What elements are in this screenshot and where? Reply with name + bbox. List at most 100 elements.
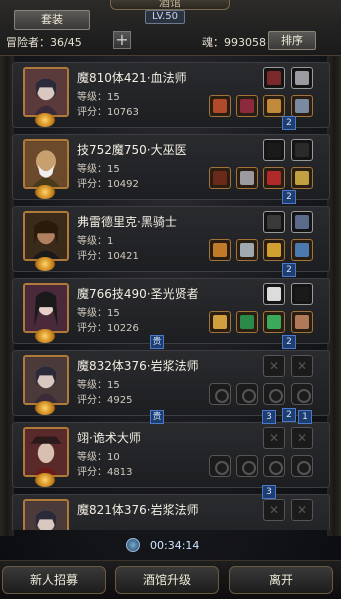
hero-score: 评分：10226 bbox=[77, 323, 139, 334]
sort-button[interactable]: 排序 bbox=[268, 31, 316, 50]
soul-currency: 魂：993058 bbox=[202, 36, 266, 49]
hero-name: 魔766技490·圣光贤者 bbox=[77, 287, 199, 301]
armor-slot-icon[interactable] bbox=[236, 95, 258, 117]
helmet-slot-icon[interactable] bbox=[263, 239, 285, 261]
empty-armor-slot-icon[interactable] bbox=[236, 455, 258, 477]
hero-portrait bbox=[23, 211, 69, 261]
recruit-button[interactable]: 新人招募 bbox=[2, 566, 106, 594]
hero-card[interactable]: 魔832体376·岩浆法师 等级：15 评分：4925 bbox=[12, 350, 330, 416]
empty-helmet-slot-icon[interactable] bbox=[263, 383, 285, 405]
accessory-slot-icon[interactable] bbox=[291, 167, 313, 189]
hero-level: 等级：15 bbox=[77, 92, 120, 103]
skill-slot-icon[interactable] bbox=[263, 211, 285, 233]
hero-portrait bbox=[23, 139, 69, 189]
empty-skill-slot-icon[interactable] bbox=[263, 427, 285, 449]
skill-slot-icon[interactable] bbox=[291, 211, 313, 233]
hero-portrait bbox=[23, 499, 69, 530]
accessory-slot-icon[interactable] bbox=[291, 239, 313, 261]
hero-score: 评分：4925 bbox=[77, 395, 133, 406]
skill-slot-icon[interactable] bbox=[291, 283, 313, 305]
header-bar: 酒馆 套装 LV.50 冒险者：36/45 + 魂：993058 排序 bbox=[0, 0, 341, 56]
hero-score: 评分：10763 bbox=[77, 107, 139, 118]
weapon-slot-icon[interactable] bbox=[209, 95, 231, 117]
set-link-badge: 2 bbox=[282, 263, 296, 277]
set-link-badge: 2 bbox=[282, 190, 296, 204]
helmet-slot-icon[interactable] bbox=[263, 167, 285, 189]
rank-medal-icon bbox=[35, 401, 55, 415]
empty-weapon-slot-icon[interactable] bbox=[209, 455, 231, 477]
skill-slot-icon[interactable] bbox=[263, 283, 285, 305]
rank-medal-icon bbox=[35, 257, 55, 271]
noble-link-badge: 贵 bbox=[150, 335, 164, 349]
empty-skill-slot-icon[interactable] bbox=[291, 427, 313, 449]
hero-name: 魔832体376·岩浆法师 bbox=[77, 359, 199, 373]
empty-skill-slot-icon[interactable] bbox=[263, 499, 285, 521]
hero-level: 等级：10 bbox=[77, 452, 120, 463]
upgrade-tavern-button[interactable]: 酒馆升级 bbox=[115, 566, 219, 594]
set-link-badge: 2 bbox=[282, 408, 296, 422]
hero-name: 翊·诡术大师 bbox=[77, 431, 141, 445]
equipment-slots bbox=[209, 67, 321, 125]
hero-name: 弗雷德里克·黑骑士 bbox=[77, 215, 177, 229]
empty-helmet-slot-icon[interactable] bbox=[263, 455, 285, 477]
rank-medal-icon bbox=[35, 113, 55, 127]
set-tab-button[interactable]: 套装 bbox=[14, 10, 90, 30]
hero-list[interactable]: 魔810体421·血法师 等级：15 评分：10763 技752魔750·大巫医… bbox=[12, 60, 330, 530]
equipment-slots bbox=[209, 283, 321, 341]
leave-button[interactable]: 离开 bbox=[229, 566, 333, 594]
weapon-slot-icon[interactable] bbox=[209, 167, 231, 189]
hero-card[interactable]: 翊·诡术大师 等级：10 评分：4813 bbox=[12, 422, 330, 488]
accessory-slot-icon[interactable] bbox=[291, 95, 313, 117]
set-link-badge: 2 bbox=[282, 335, 296, 349]
empty-armor-slot-icon[interactable] bbox=[236, 383, 258, 405]
empty-skill-slot-icon[interactable] bbox=[291, 355, 313, 377]
armor-slot-icon[interactable] bbox=[236, 167, 258, 189]
hero-card[interactable]: 魔821体376·岩浆法师 bbox=[12, 494, 330, 530]
rank-medal-icon bbox=[35, 185, 55, 199]
hero-level: 等级：15 bbox=[77, 380, 120, 391]
add-slot-button[interactable]: + bbox=[113, 31, 131, 49]
hero-portrait bbox=[23, 67, 69, 117]
hero-level: 等级：15 bbox=[77, 308, 120, 319]
set-link-badge: 3 bbox=[262, 485, 276, 499]
hero-portrait bbox=[23, 427, 69, 477]
hero-score: 评分：10492 bbox=[77, 179, 139, 190]
rank-medal-icon bbox=[35, 473, 55, 487]
empty-accessory-slot-icon[interactable] bbox=[291, 383, 313, 405]
tavern-screen: 酒馆 套装 LV.50 冒险者：36/45 + 魂：993058 排序 魔810… bbox=[0, 0, 341, 599]
tavern-level-badge: LV.50 bbox=[145, 10, 185, 24]
hero-level: 等级：1 bbox=[77, 236, 114, 247]
empty-skill-slot-icon[interactable] bbox=[291, 499, 313, 521]
hero-portrait bbox=[23, 283, 69, 333]
accessory-slot-icon[interactable] bbox=[291, 311, 313, 333]
hero-score: 评分：10421 bbox=[77, 251, 139, 262]
equipment-slots bbox=[209, 211, 321, 269]
helmet-slot-icon[interactable] bbox=[263, 311, 285, 333]
rank-medal-icon bbox=[35, 329, 55, 343]
set-link-badge: 2 bbox=[282, 116, 296, 130]
hero-name: 技752魔750·大巫医 bbox=[77, 143, 187, 157]
hero-score: 评分：4813 bbox=[77, 467, 133, 478]
skill-slot-icon[interactable] bbox=[263, 139, 285, 161]
equipment-slots bbox=[209, 355, 321, 413]
equipment-slots bbox=[209, 139, 321, 197]
skill-slot-icon[interactable] bbox=[263, 67, 285, 89]
armor-slot-icon[interactable] bbox=[236, 239, 258, 261]
helmet-slot-icon[interactable] bbox=[263, 95, 285, 117]
refresh-timer: 00:34:14 bbox=[120, 538, 220, 554]
set-link-badge: 1 bbox=[298, 410, 312, 424]
weapon-slot-icon[interactable] bbox=[209, 239, 231, 261]
noble-link-badge: 贵 bbox=[150, 410, 164, 424]
empty-skill-slot-icon[interactable] bbox=[263, 355, 285, 377]
skill-slot-icon[interactable] bbox=[291, 67, 313, 89]
equipment-slots bbox=[211, 499, 321, 530]
hero-name: 魔810体421·血法师 bbox=[77, 71, 187, 85]
weapon-slot-icon[interactable] bbox=[209, 311, 231, 333]
timer-text: 00:34:14 bbox=[150, 539, 200, 552]
skill-slot-icon[interactable] bbox=[291, 139, 313, 161]
armor-slot-icon[interactable] bbox=[236, 311, 258, 333]
empty-weapon-slot-icon[interactable] bbox=[209, 383, 231, 405]
set-link-badge: 3 bbox=[262, 410, 276, 424]
adventurer-count: 冒险者：36/45 bbox=[6, 36, 82, 49]
empty-accessory-slot-icon[interactable] bbox=[291, 455, 313, 477]
